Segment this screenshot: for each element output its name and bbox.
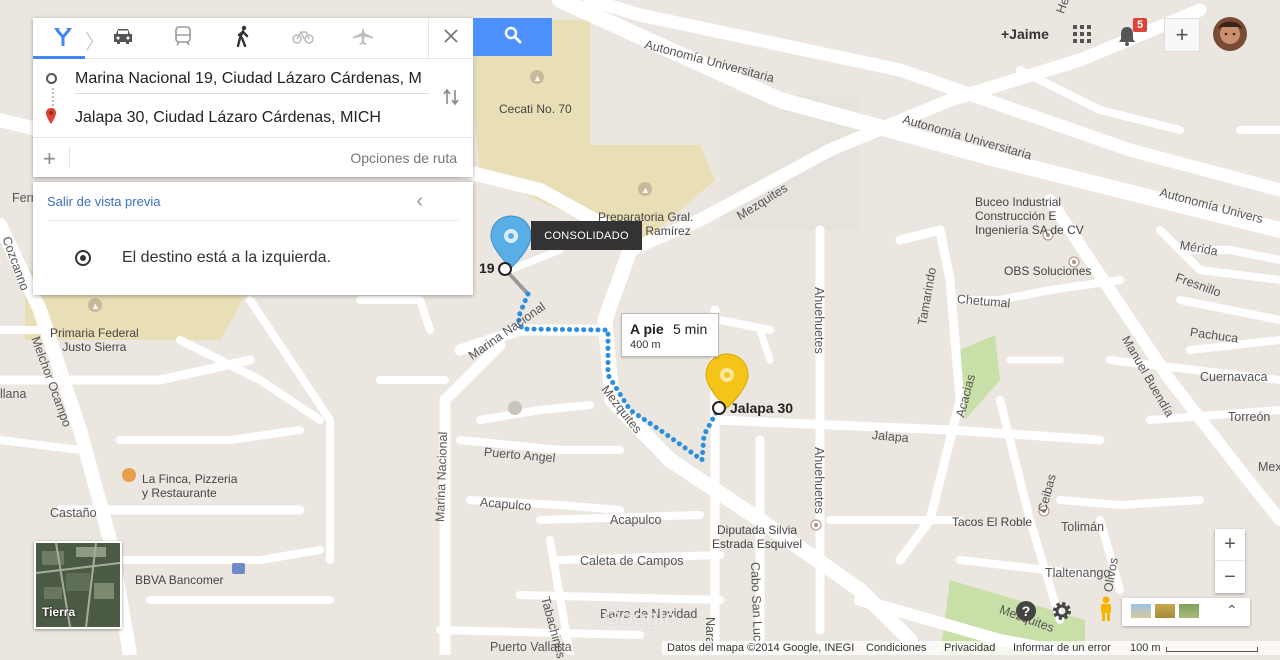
svg-text:?: ? (1022, 603, 1031, 619)
road-label: Caleta de Campos (580, 554, 684, 568)
route-options-link[interactable]: Opciones de ruta (350, 150, 457, 166)
photo-thumb-icon[interactable] (1155, 604, 1175, 618)
search-button[interactable] (473, 18, 552, 56)
poi-label[interactable]: Primaria Federal Justo Sierra (50, 326, 139, 354)
road-label: Torreón (1228, 410, 1271, 424)
destination-pin-icon (45, 107, 57, 130)
driving-mode[interactable] (93, 18, 153, 58)
flight-icon (352, 26, 374, 51)
bike-icon (292, 28, 314, 49)
photo-thumb-icon[interactable] (1179, 604, 1199, 618)
origin-input[interactable]: Marina Nacional 19, Ciudad Lázaro Cárden… (75, 70, 429, 88)
walk-callout[interactable]: A pie 5 min 400 m (621, 313, 719, 357)
travel-mode-bar: 〉 (33, 18, 473, 59)
walk-distance: 400 m (630, 339, 661, 351)
cycling-mode[interactable] (273, 18, 333, 58)
poi-label[interactable]: Diputada Silvia Estrada Esquivel (712, 523, 802, 551)
apps-grid-icon[interactable] (1073, 25, 1091, 43)
step-text: El destino está a la izquierda. (122, 249, 332, 266)
pegman-icon (1097, 596, 1115, 627)
destination-input[interactable]: Jalapa 30, Ciudad Lázaro Cárdenas, MICH (75, 109, 429, 127)
share-plus-button[interactable]: + (1164, 18, 1200, 52)
scale-bar (1166, 647, 1258, 652)
svg-text:▲: ▲ (641, 185, 650, 195)
road-label: Tlaltenango (1045, 566, 1111, 580)
start-label: 19 (479, 260, 495, 276)
report-error-link[interactable]: Informar de un error (1013, 642, 1111, 654)
place-tag[interactable]: CONSOLIDADO (531, 221, 642, 250)
poi-label[interactable]: Cecati No. 70 (499, 102, 572, 116)
exit-preview-link[interactable]: Salir de vista previa (47, 194, 160, 209)
poi-label[interactable]: BBVA Bancomer (135, 573, 224, 587)
map-data-credit: Datos del mapa ©2014 Google, INEGI (667, 642, 855, 654)
swap-route-button[interactable] (443, 88, 459, 111)
svg-text:▲: ▲ (91, 301, 100, 311)
start-marker (498, 262, 512, 276)
help-button[interactable]: ? (1014, 600, 1038, 627)
road-label: Ahuehuetes (812, 447, 826, 514)
imagery-thumbnails[interactable]: ⌃ (1122, 598, 1250, 626)
road-label: Cabo San Luc (748, 561, 765, 642)
car-icon (112, 27, 134, 50)
search-icon (504, 26, 522, 49)
transit-icon (174, 25, 192, 51)
directions-panel: 〉 Marina Nacional 19, Ciudad Lázaro Cárd… (33, 18, 473, 177)
earth-label: Tierra (42, 605, 76, 619)
road-label: Ahuehuetes (812, 287, 826, 354)
help-icon: ? (1015, 600, 1037, 627)
road-label: Mex (1258, 460, 1280, 474)
preview-panel: Salir de vista previa ‹ El destino está … (33, 182, 473, 295)
collapse-chevron-icon[interactable]: ‹ (416, 190, 423, 213)
walk-mode-label: A pie (630, 321, 664, 337)
add-destination-button[interactable]: + (43, 146, 56, 172)
directions-icon (52, 25, 74, 52)
road-label: Cuernavaca (1200, 370, 1268, 384)
walk-time: 5 min (673, 321, 708, 337)
flight-mode[interactable] (333, 18, 393, 58)
poi-label[interactable]: La Finca, Pizzeria y Restaurante (142, 472, 237, 500)
privacy-link[interactable]: Privacidad (944, 642, 995, 654)
zoom-control: + − (1215, 529, 1245, 593)
gear-icon (1051, 600, 1073, 627)
walk-icon (235, 25, 251, 52)
start-pin[interactable] (489, 214, 533, 270)
poi-label[interactable]: Tacos El Roble (952, 515, 1032, 529)
transit-mode[interactable] (153, 18, 213, 58)
road-label: Tolimán (1061, 520, 1105, 534)
swap-icon (443, 88, 459, 110)
profile-name-link[interactable]: +Jaime (1001, 26, 1049, 42)
walking-mode[interactable] (213, 18, 273, 58)
directions-mode[interactable] (33, 18, 93, 59)
road-label: Ferr (12, 191, 35, 205)
expand-chevron-icon[interactable]: ⌃ (1226, 602, 1238, 619)
route-options-row: + Opciones de ruta (33, 137, 473, 177)
road-label: llana (0, 387, 27, 401)
close-directions-button[interactable] (428, 18, 473, 58)
notification-count-badge: 5 (1133, 18, 1147, 32)
poi-label[interactable]: OBS Soluciones (1004, 264, 1091, 278)
origin-row: Marina Nacional 19, Ciudad Lázaro Cárden… (33, 59, 473, 98)
road-label: Acapulco (610, 513, 662, 527)
origin-dot-icon (46, 73, 57, 84)
poi-label[interactable]: Buceo Industrial Construcción E Ingeniería… (975, 195, 1084, 237)
settings-button[interactable] (1050, 601, 1074, 625)
photo-thumb-icon[interactable] (1131, 604, 1151, 618)
destination-step-icon (75, 250, 91, 266)
zoom-in-button[interactable]: + (1215, 529, 1245, 561)
destination-row: Jalapa 30, Ciudad Lázaro Cárdenas, MICH (33, 98, 473, 137)
svg-text:▲: ▲ (533, 73, 542, 83)
terms-link[interactable]: Condiciones (866, 642, 927, 654)
footer-bar: Datos del mapa ©2014 Google, INEGI Condi… (662, 641, 1280, 655)
pegman-button[interactable] (1094, 596, 1118, 623)
close-icon (444, 28, 458, 48)
avatar[interactable] (1213, 17, 1247, 51)
zoom-out-button[interactable]: − (1215, 561, 1245, 593)
road-label: Castaño (50, 506, 97, 520)
end-marker (712, 401, 726, 415)
earth-view-toggle[interactable]: Tierra (34, 541, 122, 629)
scale-label[interactable]: 100 m (1130, 642, 1161, 654)
google-watermark: Google (603, 605, 676, 630)
end-label: Jalapa 30 (730, 400, 794, 416)
